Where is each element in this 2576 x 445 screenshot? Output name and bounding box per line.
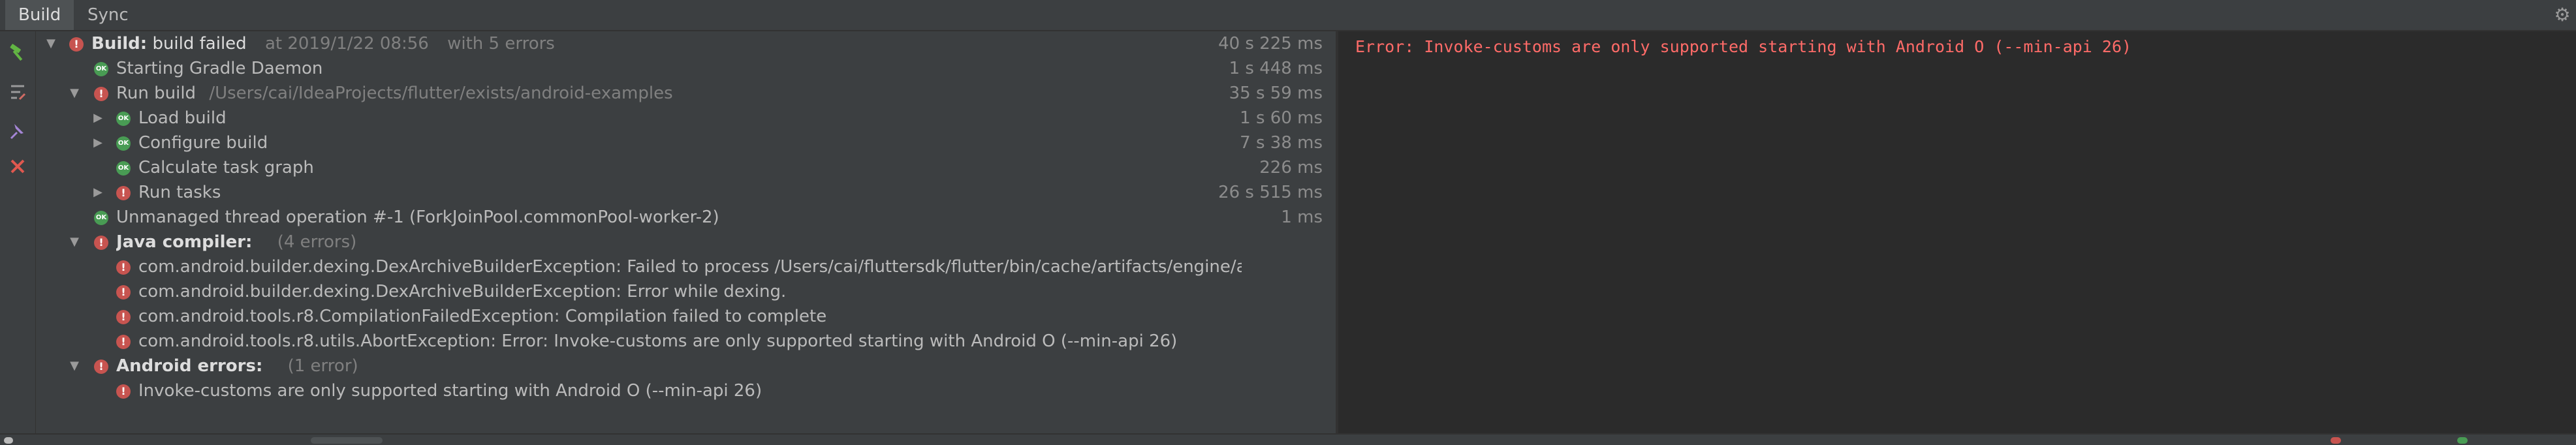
node-duration: 26 s 515 ms: [1218, 183, 1323, 202]
build-tree: ▼ ! Build: build failed at 2019/1/22 08:…: [37, 31, 1336, 433]
tool-window-tabbar: Build Sync ⚙: [0, 0, 2576, 31]
node-label: Android errors:: [116, 356, 263, 376]
error-message: com.android.tools.r8.utils.AbortExceptio…: [138, 331, 1178, 351]
error-status-icon: !: [116, 335, 131, 349]
node-duration: 1 s 60 ms: [1240, 108, 1323, 128]
ok-status-icon: OK: [94, 211, 108, 225]
node-label: Unmanaged thread operation #-1 (ForkJoin…: [116, 207, 719, 227]
chevron-right-icon[interactable]: ▶: [91, 106, 104, 130]
chevron-down-icon[interactable]: ▼: [44, 31, 57, 56]
node-label: Run tasks: [138, 183, 221, 202]
node-duration: 226 ms: [1259, 158, 1323, 177]
ok-status-icon: OK: [94, 62, 108, 76]
chevron-right-icon[interactable]: ▶: [91, 180, 104, 205]
build-timestamp: at 2019/1/22 08:56: [264, 34, 429, 54]
ok-status-icon: OK: [116, 112, 131, 126]
build-title: Build:: [91, 34, 148, 54]
node-label: Java compiler:: [116, 232, 253, 252]
chevron-down-icon[interactable]: ▼: [68, 81, 81, 106]
ok-status-icon: OK: [116, 161, 131, 176]
chevron-down-icon[interactable]: ▼: [68, 354, 81, 378]
status-indicator-icon: [4, 437, 13, 444]
error-status-icon: !: [116, 260, 131, 275]
tree-node-java-compiler[interactable]: ▼ ! Java compiler: (4 errors): [37, 230, 1336, 254]
status-tab[interactable]: [311, 437, 383, 444]
node-duration: 7 s 38 ms: [1240, 133, 1323, 153]
pin-icon[interactable]: [5, 119, 30, 144]
error-count: (1 error): [287, 356, 358, 376]
tree-node-java-error[interactable]: ! com.android.tools.r8.utils.AbortExcept…: [37, 329, 1336, 354]
error-message: com.android.builder.dexing.DexArchiveBui…: [138, 257, 1242, 277]
status-bar: [0, 433, 2576, 445]
tab-sync[interactable]: Sync: [74, 0, 142, 30]
node-label: Configure build: [138, 133, 268, 153]
error-status-icon: !: [116, 285, 131, 299]
tree-node-unmanaged-thread[interactable]: OK Unmanaged thread operation #-1 (ForkJ…: [37, 205, 1336, 230]
error-status-icon: !: [94, 360, 108, 374]
console-output[interactable]: Error: Invoke-customs are only supported…: [1338, 31, 2576, 433]
gear-icon[interactable]: ⚙: [2551, 4, 2573, 26]
tree-node-load-build[interactable]: ▶ OK Load build 1 s 60 ms: [37, 106, 1336, 130]
error-status-icon: !: [116, 186, 131, 200]
tab-build[interactable]: Build: [5, 0, 74, 30]
tree-node-build-root[interactable]: ▼ ! Build: build failed at 2019/1/22 08:…: [37, 31, 1336, 56]
tree-node-daemon[interactable]: OK Starting Gradle Daemon 1 s 448 ms: [37, 56, 1336, 81]
build-status: build failed: [152, 34, 247, 54]
error-message: Invoke-customs are only supported starti…: [138, 381, 762, 401]
error-status-icon: !: [69, 37, 84, 52]
error-message: com.android.tools.r8.CompilationFailedEx…: [138, 307, 827, 326]
node-label: Load build: [138, 108, 227, 128]
error-status-icon: !: [116, 310, 131, 324]
build-duration: 40 s 225 ms: [1218, 34, 1323, 54]
error-status-icon: !: [94, 87, 108, 101]
node-label: Run build: [116, 84, 196, 103]
error-message: com.android.builder.dexing.DexArchiveBui…: [138, 282, 787, 301]
ok-indicator-icon[interactable]: [2457, 437, 2468, 444]
node-duration: 1 s 448 ms: [1229, 59, 1323, 78]
filter-icon[interactable]: [5, 80, 30, 104]
console-error-line: Error: Invoke-customs are only supported…: [1355, 37, 2132, 56]
error-count: (4 errors): [277, 232, 357, 252]
error-status-icon: !: [116, 384, 131, 399]
node-label: Starting Gradle Daemon: [116, 59, 323, 78]
project-path: /Users/cai/IdeaProjects/flutter/exists/a…: [209, 84, 673, 103]
tree-node-task-graph[interactable]: OK Calculate task graph 226 ms: [37, 155, 1336, 180]
tree-node-configure-build[interactable]: ▶ OK Configure build 7 s 38 ms: [37, 130, 1336, 155]
ok-status-icon: OK: [116, 136, 131, 151]
tree-node-android-errors[interactable]: ▼ ! Android errors: (1 error): [37, 354, 1336, 378]
close-icon[interactable]: [5, 154, 30, 179]
tree-node-run-tasks[interactable]: ▶ ! Run tasks 26 s 515 ms: [37, 180, 1336, 205]
node-label: Calculate task graph: [138, 158, 314, 177]
error-status-icon: !: [94, 236, 108, 250]
error-indicator-icon[interactable]: [2331, 437, 2341, 444]
hammer-icon[interactable]: [5, 40, 30, 65]
node-duration: 1 ms: [1281, 207, 1323, 227]
tree-node-java-error[interactable]: ! com.android.builder.dexing.DexArchiveB…: [37, 254, 1336, 279]
tree-node-android-error[interactable]: ! Invoke-customs are only supported star…: [37, 378, 1336, 403]
tree-node-run-build[interactable]: ▼ ! Run build /Users/cai/IdeaProjects/fl…: [37, 81, 1336, 106]
chevron-right-icon[interactable]: ▶: [91, 130, 104, 155]
build-toolbar: [0, 31, 36, 433]
build-error-count: with 5 errors: [447, 34, 555, 54]
chevron-down-icon[interactable]: ▼: [68, 230, 81, 254]
tree-node-java-error[interactable]: ! com.android.tools.r8.CompilationFailed…: [37, 304, 1336, 329]
tree-node-java-error[interactable]: ! com.android.builder.dexing.DexArchiveB…: [37, 279, 1336, 304]
node-duration: 35 s 59 ms: [1229, 84, 1323, 103]
